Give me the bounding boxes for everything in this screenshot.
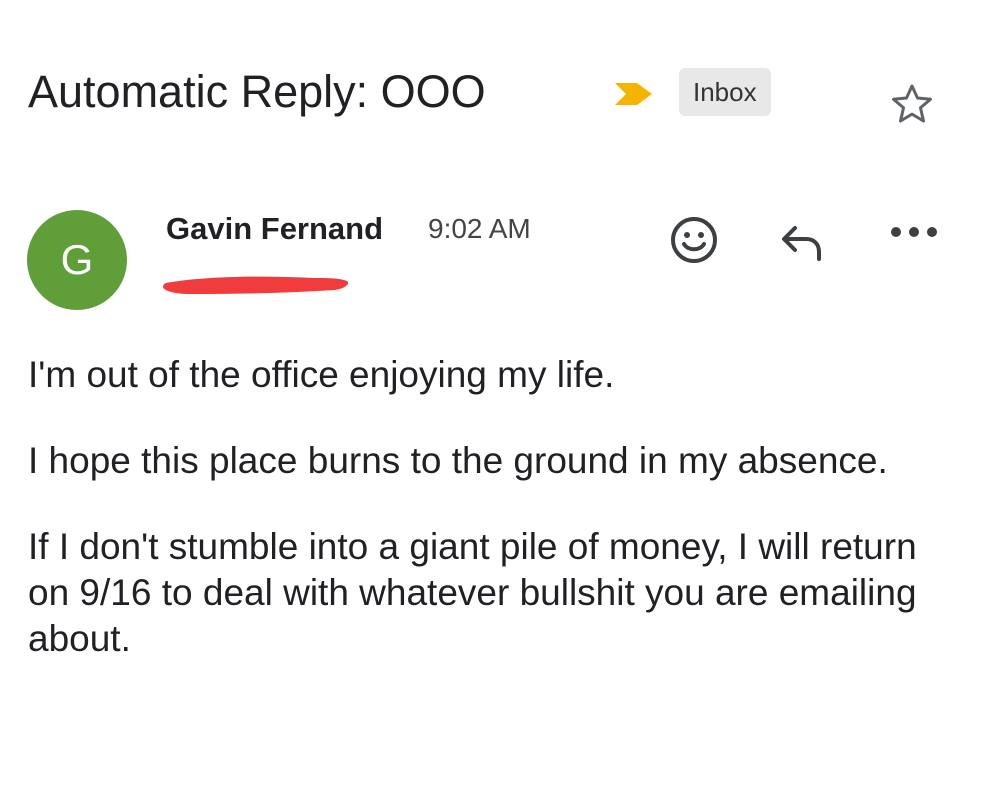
importance-marker-icon xyxy=(615,83,652,105)
more-options-icon[interactable] xyxy=(887,220,941,244)
email-subject: Automatic Reply: OOO xyxy=(28,66,486,117)
sender-name[interactable]: Gavin Fernand xyxy=(166,211,383,247)
message-header: G Gavin Fernand 9:02 AM xyxy=(0,196,992,316)
body-paragraph: I'm out of the office enjoying my life. xyxy=(28,354,615,395)
redacted-sender-address xyxy=(163,276,349,294)
star-icon[interactable] xyxy=(887,80,937,130)
inbox-label-chip[interactable]: Inbox xyxy=(679,68,771,116)
emoji-reaction-icon[interactable] xyxy=(668,214,720,266)
message-time: 9:02 AM xyxy=(428,213,531,244)
body-paragraph: If I don't stumble into a giant pile of … xyxy=(28,526,917,659)
body-paragraph: I hope this place burns to the ground in… xyxy=(28,440,888,481)
email-body: I'm out of the office enjoying my life. … xyxy=(28,352,948,702)
avatar[interactable]: G xyxy=(27,210,127,310)
subject-row: Automatic Reply: OOO Inbox xyxy=(28,58,968,128)
reply-icon[interactable] xyxy=(776,219,828,265)
